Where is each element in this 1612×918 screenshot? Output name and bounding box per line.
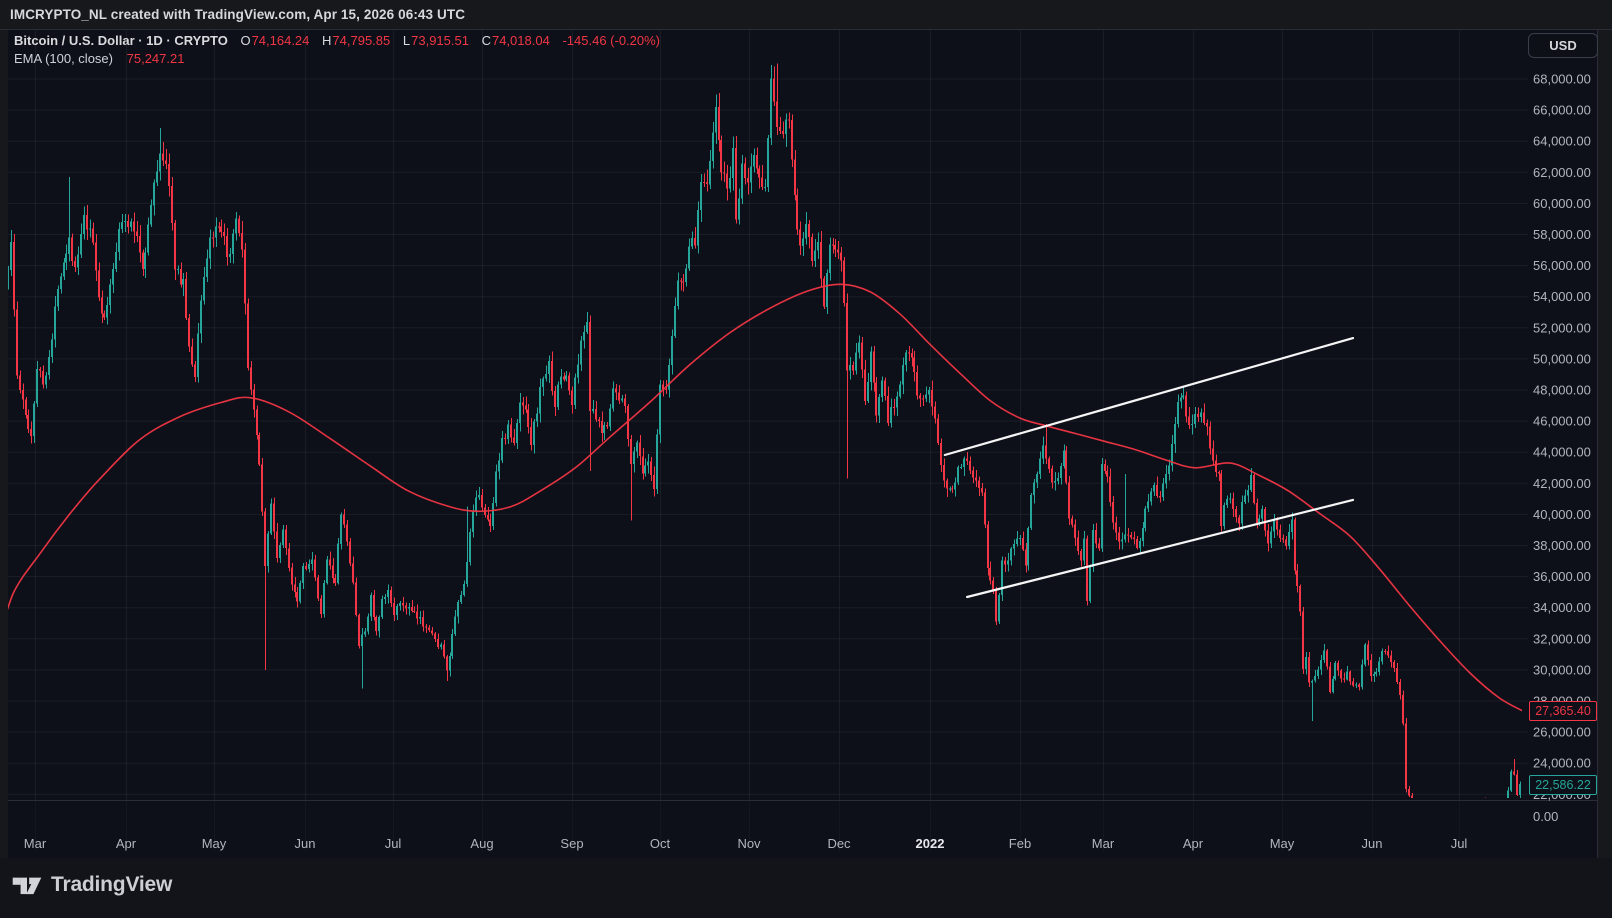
- svg-text:58,000.00: 58,000.00: [1533, 227, 1591, 242]
- low-value: 73,915.51: [411, 33, 469, 48]
- change-value: -145.46 (-0.20%): [562, 33, 660, 48]
- svg-text:Jul: Jul: [385, 836, 402, 851]
- svg-text:52,000.00: 52,000.00: [1533, 320, 1591, 335]
- indicator-name: EMA (100, close): [14, 51, 113, 66]
- svg-text:56,000.00: 56,000.00: [1533, 258, 1591, 273]
- svg-text:0.00: 0.00: [1533, 809, 1558, 824]
- svg-text:36,000.00: 36,000.00: [1533, 569, 1591, 584]
- svg-text:Oct: Oct: [650, 836, 671, 851]
- currency-toggle-button[interactable]: USD: [1528, 33, 1598, 58]
- svg-text:42,000.00: 42,000.00: [1533, 476, 1591, 491]
- svg-text:68,000.00: 68,000.00: [1533, 72, 1591, 87]
- svg-text:38,000.00: 38,000.00: [1533, 538, 1591, 553]
- svg-text:Jun: Jun: [295, 836, 316, 851]
- attribution-text: IMCRYPTO_NL created with TradingView.com…: [10, 0, 465, 29]
- svg-text:Nov: Nov: [737, 836, 761, 851]
- svg-text:Feb: Feb: [1009, 836, 1031, 851]
- svg-text:24,000.00: 24,000.00: [1533, 756, 1591, 771]
- svg-text:32,000.00: 32,000.00: [1533, 631, 1591, 646]
- svg-text:Jun: Jun: [1362, 836, 1383, 851]
- tradingview-logo-text: TradingView: [51, 873, 172, 897]
- last-price-tag: 22,586.22: [1529, 775, 1597, 795]
- svg-text:54,000.00: 54,000.00: [1533, 289, 1591, 304]
- svg-text:30,000.00: 30,000.00: [1533, 662, 1591, 677]
- low-label: L: [403, 33, 410, 48]
- price-chart[interactable]: 68,000.00 66,000.00 64,000.00 62,000.00 60,0…: [0, 0, 1612, 918]
- ema-price-tag: 27,365.40: [1529, 701, 1597, 721]
- svg-text:44,000.00: 44,000.00: [1533, 445, 1591, 460]
- svg-text:Dec: Dec: [827, 836, 851, 851]
- svg-text:40,000.00: 40,000.00: [1533, 507, 1591, 522]
- svg-text:May: May: [202, 836, 227, 851]
- svg-text:46,000.00: 46,000.00: [1533, 414, 1591, 429]
- tradingview-watermark[interactable]: TradingView: [12, 868, 172, 902]
- svg-text:May: May: [1270, 836, 1295, 851]
- svg-text:Jul: Jul: [1451, 836, 1468, 851]
- svg-text:Sep: Sep: [560, 836, 583, 851]
- indicator-value: 75,247.21: [127, 51, 185, 66]
- tradingview-chart-window: IMCRYPTO_NL created with TradingView.com…: [0, 0, 1612, 918]
- symbol-title: Bitcoin / U.S. Dollar · 1D · CRYPTO: [14, 33, 228, 48]
- chart-legend: Bitcoin / U.S. Dollar · 1D · CRYPTO O74,…: [14, 32, 660, 68]
- svg-text:Mar: Mar: [1092, 836, 1115, 851]
- svg-text:62,000.00: 62,000.00: [1533, 165, 1591, 180]
- close-label: C: [482, 33, 491, 48]
- symbol-legend-row[interactable]: Bitcoin / U.S. Dollar · 1D · CRYPTO O74,…: [14, 32, 660, 50]
- svg-text:64,000.00: 64,000.00: [1533, 134, 1591, 149]
- svg-text:66,000.00: 66,000.00: [1533, 103, 1591, 118]
- high-value: 74,795.85: [332, 33, 390, 48]
- svg-text:60,000.00: 60,000.00: [1533, 196, 1591, 211]
- indicator-legend-row[interactable]: EMA (100, close) 75,247.21: [14, 50, 660, 68]
- open-value: 74,164.24: [252, 33, 310, 48]
- svg-text:48,000.00: 48,000.00: [1533, 383, 1591, 398]
- svg-text:Aug: Aug: [470, 836, 493, 851]
- svg-text:50,000.00: 50,000.00: [1533, 351, 1591, 366]
- svg-text:Apr: Apr: [116, 836, 137, 851]
- svg-text:Apr: Apr: [1183, 836, 1204, 851]
- chart-panel-background: [8, 30, 1598, 858]
- svg-text:2022: 2022: [916, 836, 945, 851]
- svg-text:34,000.00: 34,000.00: [1533, 600, 1591, 615]
- tradingview-logo-icon: [12, 873, 42, 898]
- svg-text:26,000.00: 26,000.00: [1533, 725, 1591, 740]
- open-label: O: [240, 33, 250, 48]
- close-value: 74,018.04: [492, 33, 550, 48]
- bottom-strip: [0, 858, 1612, 918]
- svg-text:Mar: Mar: [24, 836, 47, 851]
- high-label: H: [322, 33, 331, 48]
